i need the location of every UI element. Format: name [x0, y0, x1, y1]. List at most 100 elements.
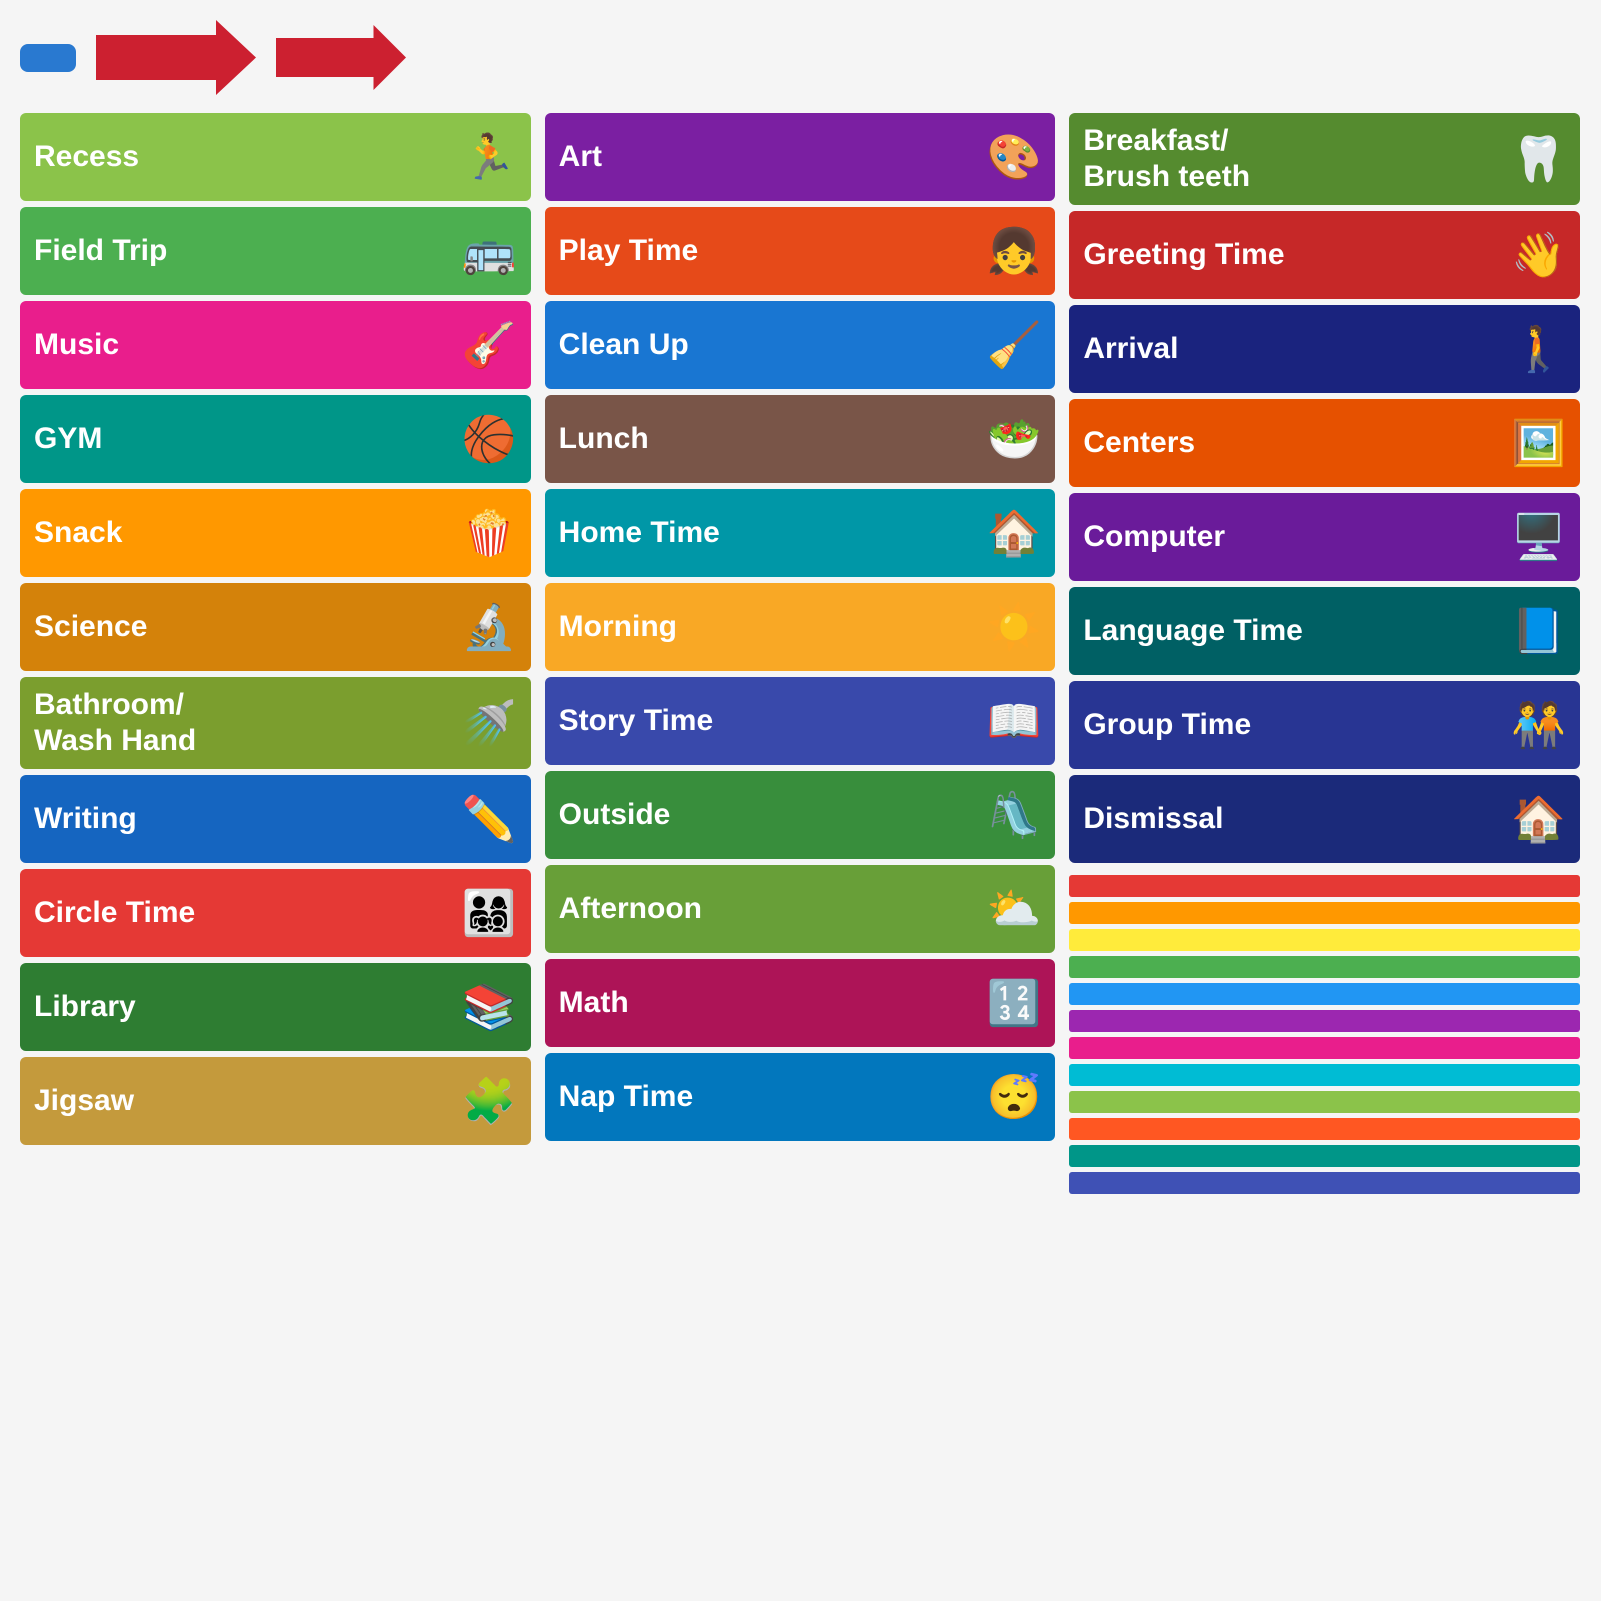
- card-label: Breakfast/ Brush teeth: [1083, 123, 1503, 195]
- color-strip: [1069, 956, 1580, 978]
- card-icon: 🦷: [1511, 133, 1566, 185]
- card-icon: 🖥️: [1511, 511, 1566, 563]
- card-label: Morning: [559, 609, 979, 645]
- card-label: Language Time: [1083, 613, 1503, 649]
- schedule-card: Afternoon⛅: [545, 865, 1056, 953]
- card-icon: 📚: [462, 981, 517, 1033]
- card-icon: ☀️: [987, 601, 1042, 653]
- card-icon: 👧: [987, 225, 1042, 277]
- card-label: Group Time: [1083, 707, 1503, 743]
- card-icon: 🚿: [462, 697, 517, 749]
- card-icon: 🥗: [987, 413, 1042, 465]
- schedule-card: Morning☀️: [545, 583, 1056, 671]
- color-strip: [1069, 929, 1580, 951]
- card-label: Science: [34, 609, 454, 645]
- card-icon: 🏠: [987, 507, 1042, 559]
- card-label: Outside: [559, 797, 979, 833]
- card-label: Nap Time: [559, 1079, 979, 1115]
- card-icon: 🧹: [987, 319, 1042, 371]
- card-icon: 👋: [1511, 229, 1566, 281]
- color-strip: [1069, 902, 1580, 924]
- card-label: Play Time: [559, 233, 979, 269]
- card-icon: 🚌: [462, 225, 517, 277]
- card-label: Jigsaw: [34, 1083, 454, 1119]
- card-label: GYM: [34, 421, 454, 457]
- schedule-card: Jigsaw🧩: [20, 1057, 531, 1145]
- card-icon: 🧩: [462, 1075, 517, 1127]
- schedule-card: Outside🛝: [545, 771, 1056, 859]
- color-strip: [1069, 1118, 1580, 1140]
- schedule-card: GYM🏀: [20, 395, 531, 483]
- schedule-card: Library📚: [20, 963, 531, 1051]
- schedule-card: Play Time👧: [545, 207, 1056, 295]
- schedule-card: Group Time🧑‍🤝‍🧑: [1069, 681, 1580, 769]
- card-icon: 🏠: [1511, 793, 1566, 845]
- schedule-card: Lunch🥗: [545, 395, 1056, 483]
- card-label: Greeting Time: [1083, 237, 1503, 273]
- card-label: Afternoon: [559, 891, 979, 927]
- card-label: Arrival: [1083, 331, 1503, 367]
- card-icon: 📘: [1511, 605, 1566, 657]
- schedule-card: Greeting Time👋: [1069, 211, 1580, 299]
- schedule-card: Bathroom/ Wash Hand🚿: [20, 677, 531, 769]
- card-icon: 🖼️: [1511, 417, 1566, 469]
- card-label: Centers: [1083, 425, 1503, 461]
- schedule-card: Writing✏️: [20, 775, 531, 863]
- schedule-card: Breakfast/ Brush teeth🦷: [1069, 113, 1580, 205]
- color-strip: [1069, 983, 1580, 1005]
- schedule-card: Music🎸: [20, 301, 531, 389]
- arrow-left-icon-2: [276, 25, 406, 90]
- card-icon: 🔢: [987, 977, 1042, 1029]
- card-icon: 📖: [987, 695, 1042, 747]
- card-label: Math: [559, 985, 979, 1021]
- columns-row: Recess🏃Field Trip🚌Music🎸GYM🏀Snack🍿Scienc…: [20, 113, 1580, 1194]
- card-label: Art: [559, 139, 979, 175]
- card-label: Story Time: [559, 703, 979, 739]
- card-label: Home Time: [559, 515, 979, 551]
- schedule-card: Science🔬: [20, 583, 531, 671]
- card-icon: 🍿: [462, 507, 517, 559]
- title-banner: [20, 44, 76, 72]
- schedule-card: Dismissal🏠: [1069, 775, 1580, 863]
- schedule-card: Nap Time😴: [545, 1053, 1056, 1141]
- right-column: Breakfast/ Brush teeth🦷Greeting Time👋Arr…: [1069, 113, 1580, 1194]
- card-label: Dismissal: [1083, 801, 1503, 837]
- schedule-card: Field Trip🚌: [20, 207, 531, 295]
- schedule-card: Math🔢: [545, 959, 1056, 1047]
- card-icon: 👨‍👩‍👧‍👦: [462, 887, 517, 939]
- schedule-card: Art🎨: [545, 113, 1056, 201]
- schedule-card: Language Time📘: [1069, 587, 1580, 675]
- card-label: Snack: [34, 515, 454, 551]
- color-strip: [1069, 1145, 1580, 1167]
- schedule-card: Circle Time👨‍👩‍👧‍👦: [20, 869, 531, 957]
- main-container: Recess🏃Field Trip🚌Music🎸GYM🏀Snack🍿Scienc…: [20, 20, 1580, 1194]
- middle-column: Art🎨Play Time👧Clean Up🧹Lunch🥗Home Time🏠M…: [545, 113, 1056, 1141]
- card-label: Computer: [1083, 519, 1503, 555]
- color-strip: [1069, 1064, 1580, 1086]
- color-strip: [1069, 1037, 1580, 1059]
- card-label: Library: [34, 989, 454, 1025]
- schedule-card: Clean Up🧹: [545, 301, 1056, 389]
- card-icon: 🎸: [462, 319, 517, 371]
- schedule-card: Story Time📖: [545, 677, 1056, 765]
- card-label: Field Trip: [34, 233, 454, 269]
- card-icon: 🏀: [462, 413, 517, 465]
- schedule-card: Recess🏃: [20, 113, 531, 201]
- card-icon: 🛝: [987, 789, 1042, 841]
- card-icon: 🎨: [987, 131, 1042, 183]
- card-icon: 🏃: [462, 131, 517, 183]
- card-label: Bathroom/ Wash Hand: [34, 687, 454, 759]
- color-strip: [1069, 1010, 1580, 1032]
- card-icon: ⛅: [987, 883, 1042, 935]
- color-strip: [1069, 1172, 1580, 1194]
- card-label: Recess: [34, 139, 454, 175]
- schedule-card: Arrival🚶: [1069, 305, 1580, 393]
- color-strips-section: [1069, 875, 1580, 1194]
- card-icon: 🧑‍🤝‍🧑: [1511, 699, 1566, 751]
- card-label: Circle Time: [34, 895, 454, 931]
- card-icon: 😴: [987, 1071, 1042, 1123]
- card-icon: 🔬: [462, 601, 517, 653]
- schedule-card: Centers🖼️: [1069, 399, 1580, 487]
- header-row: [20, 20, 1580, 95]
- card-icon: 🚶: [1511, 323, 1566, 375]
